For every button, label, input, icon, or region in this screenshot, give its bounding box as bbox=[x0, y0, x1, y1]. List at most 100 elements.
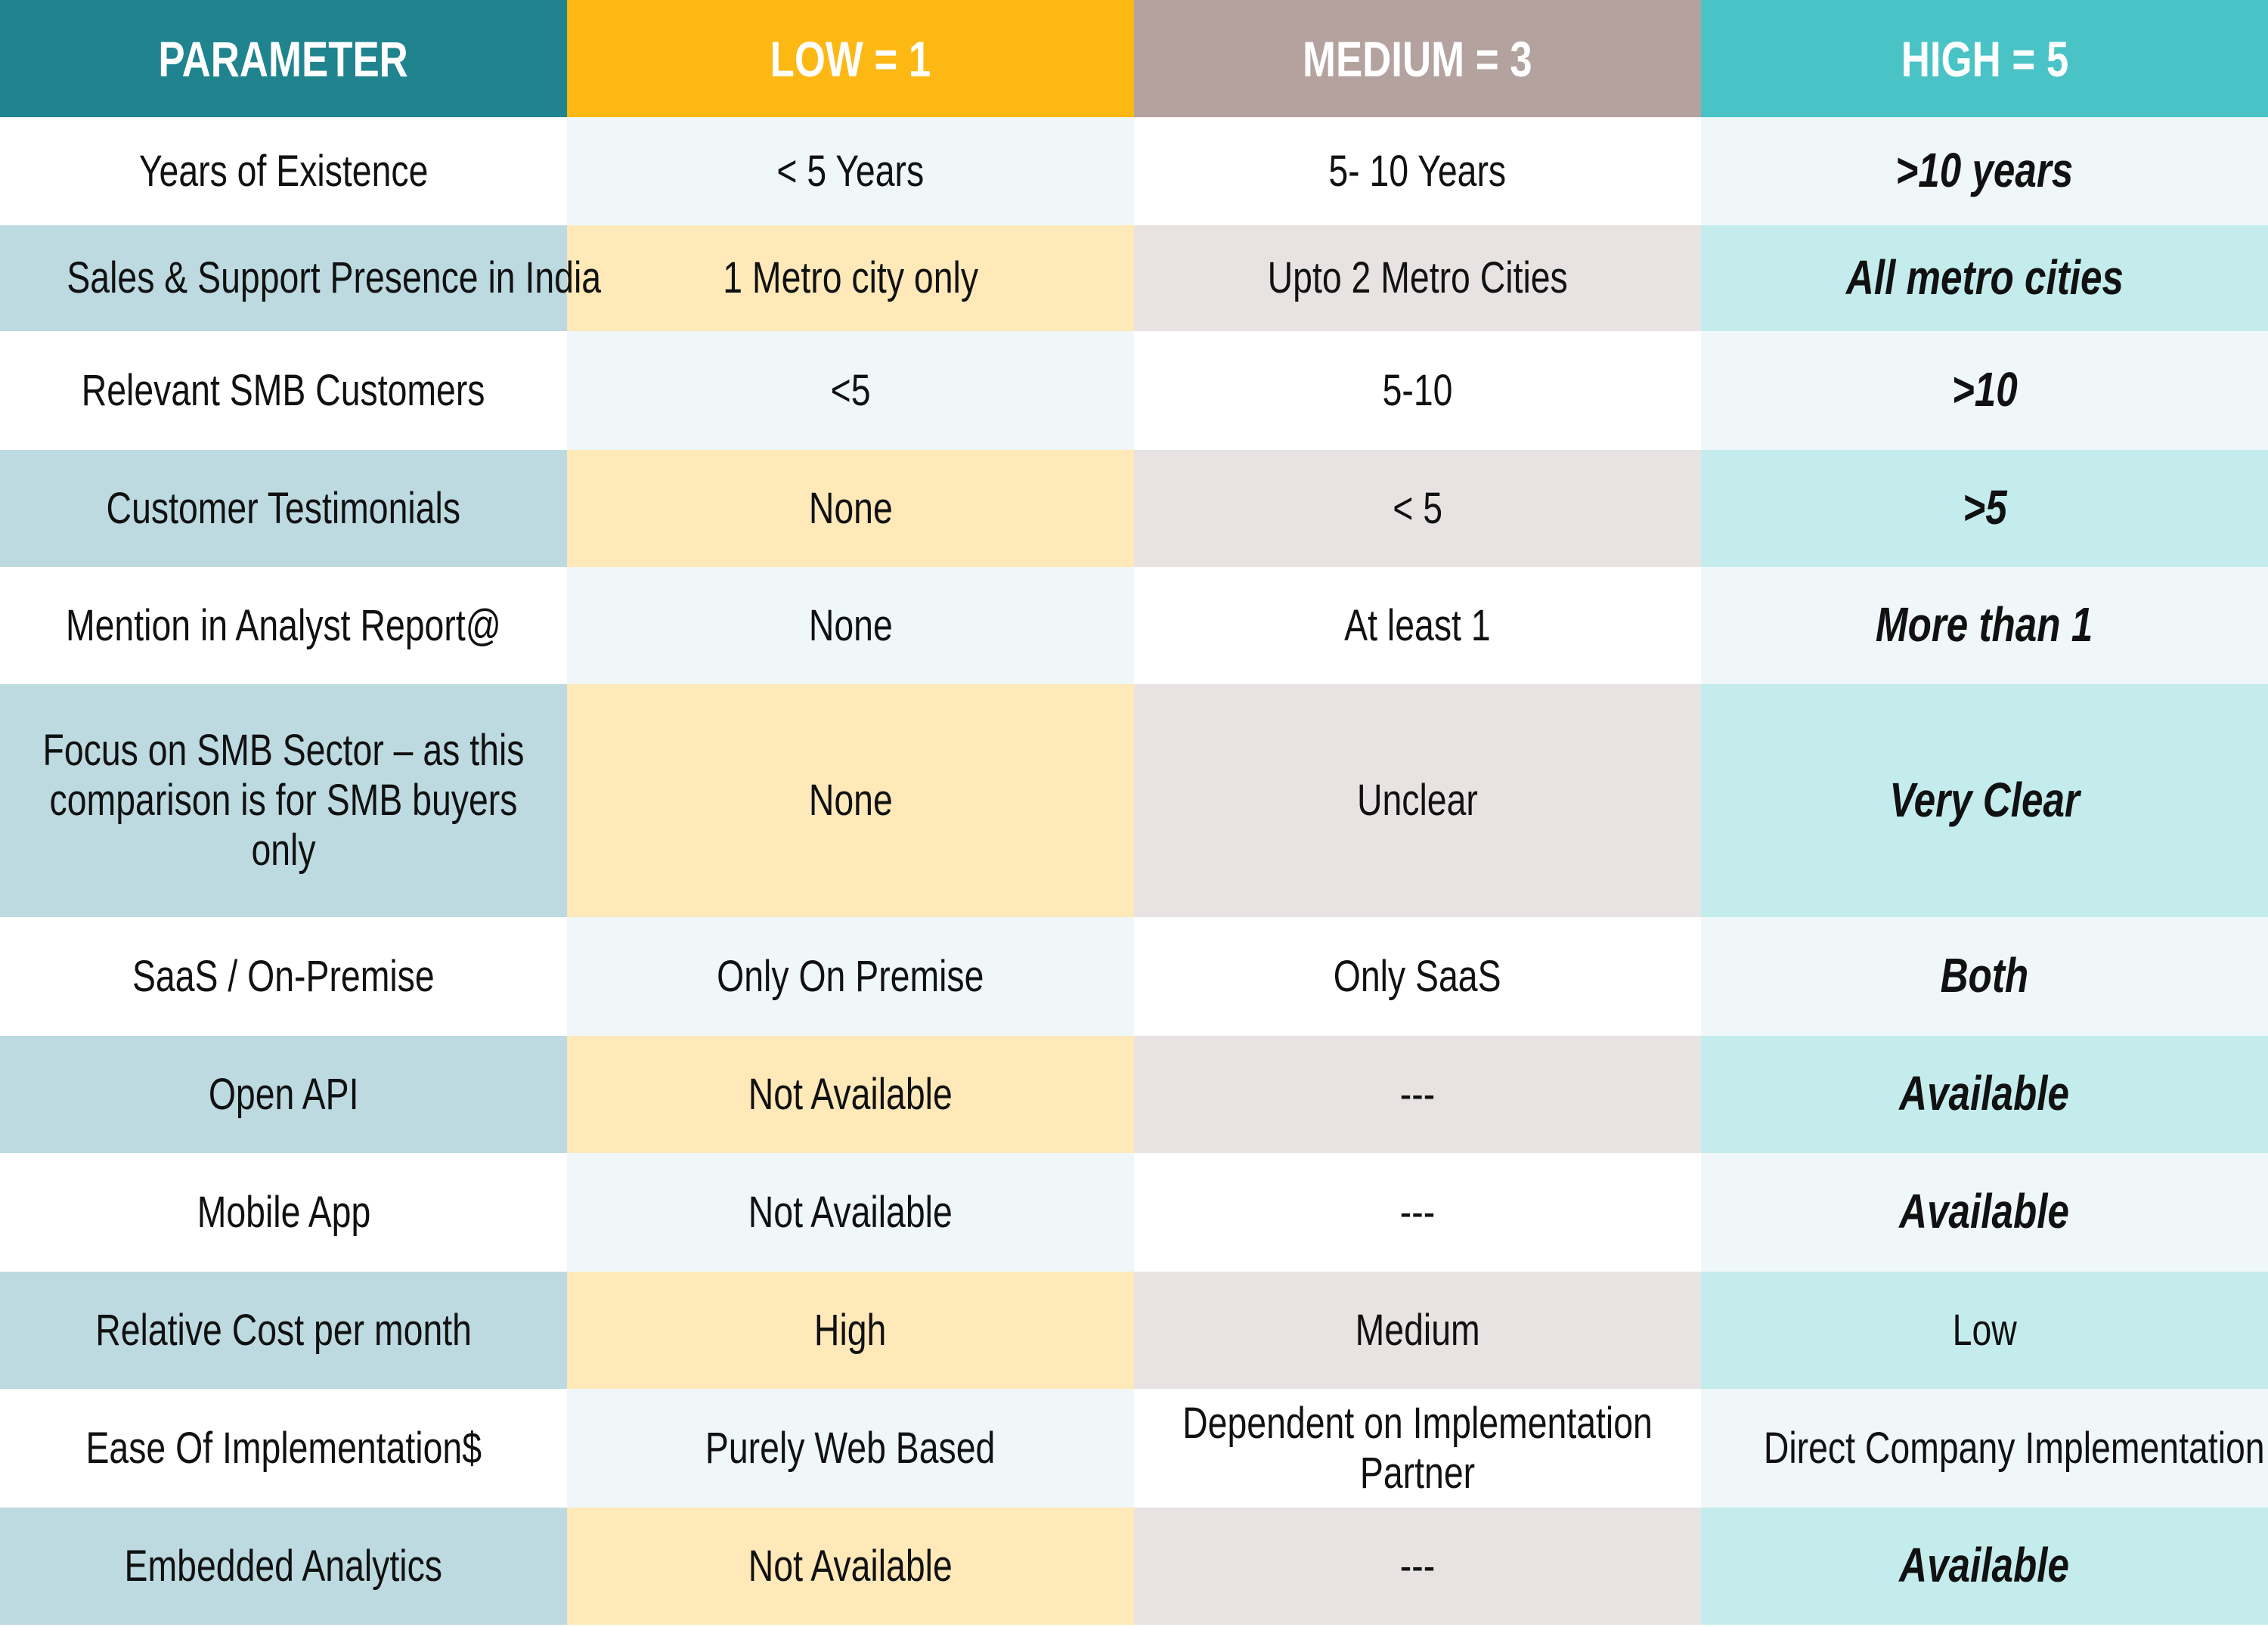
table-row: Customer Testimonials None < 5 >5 bbox=[0, 450, 2268, 567]
header-low: LOW = 1 bbox=[567, 0, 1134, 117]
cell-parameter: Years of Existence bbox=[0, 117, 567, 225]
cell-text: Customer Testimonials bbox=[106, 483, 461, 533]
cell-text: <5 bbox=[830, 365, 871, 415]
table-row: Focus on SMB Sector – as this comparison… bbox=[0, 684, 2268, 917]
cell-text: At least 1 bbox=[1344, 600, 1491, 650]
cell-high: All metro cities bbox=[1701, 225, 2268, 331]
cell-parameter: Relative Cost per month bbox=[0, 1272, 567, 1389]
cell-text: >10 bbox=[1951, 362, 2018, 417]
cell-high: >10 years bbox=[1701, 117, 2268, 225]
cell-text: Both bbox=[1940, 948, 2029, 1003]
cell-text: Upto 2 Metro Cities bbox=[1267, 253, 1568, 302]
cell-high: Low bbox=[1701, 1272, 2268, 1389]
cell-low: Not Available bbox=[567, 1036, 1134, 1153]
header-row: PARAMETER LOW = 1 MEDIUM = 3 HIGH = 5 bbox=[0, 0, 2268, 117]
cell-parameter: Mobile App bbox=[0, 1153, 567, 1272]
cell-text: Focus on SMB Sector – as this comparison… bbox=[42, 726, 525, 875]
cell-text: Mention in Analyst Report@ bbox=[66, 600, 501, 650]
cell-low: < 5 Years bbox=[567, 117, 1134, 225]
cell-high: >5 bbox=[1701, 450, 2268, 567]
cell-text: < 5 bbox=[1393, 483, 1442, 533]
header-label: HIGH = 5 bbox=[1901, 30, 2068, 87]
cell-text: Low bbox=[1952, 1305, 2017, 1355]
cell-text: Open API bbox=[208, 1069, 359, 1119]
cell-low: Not Available bbox=[567, 1153, 1134, 1272]
cell-medium: At least 1 bbox=[1134, 567, 1701, 684]
cell-high: Direct Company Implementation bbox=[1701, 1389, 2268, 1508]
cell-parameter: Open API bbox=[0, 1036, 567, 1153]
cell-high: Available bbox=[1701, 1153, 2268, 1272]
cell-low: None bbox=[567, 450, 1134, 567]
cell-low: High bbox=[567, 1272, 1134, 1389]
cell-text: --- bbox=[1399, 1187, 1436, 1237]
cell-text: Available bbox=[1899, 1184, 2070, 1238]
cell-text: < 5 Years bbox=[776, 146, 925, 196]
table-row: Embedded Analytics Not Available --- Availa… bbox=[0, 1508, 2268, 1625]
cell-low: Not Available bbox=[567, 1508, 1134, 1625]
cell-medium: --- bbox=[1134, 1508, 1701, 1625]
cell-low: <5 bbox=[567, 331, 1134, 450]
cell-text: Not Available bbox=[748, 1187, 953, 1237]
cell-text: Available bbox=[1899, 1538, 2070, 1592]
cell-high: Very Clear bbox=[1701, 684, 2268, 917]
table-row: Ease Of Implementation$ Purely Web Based D… bbox=[0, 1389, 2268, 1508]
cell-text: Very Clear bbox=[1889, 772, 2080, 827]
cell-parameter: SaaS / On-Premise bbox=[0, 917, 567, 1036]
header-label: PARAMETER bbox=[158, 30, 409, 87]
cell-text: --- bbox=[1399, 1541, 1436, 1591]
cell-text: Purely Web Based bbox=[705, 1423, 996, 1473]
cell-text: 1 Metro city only bbox=[723, 253, 978, 302]
cell-text: Direct Company Implementation bbox=[1763, 1423, 2265, 1473]
cell-parameter: Focus on SMB Sector – as this comparison… bbox=[0, 684, 567, 917]
cell-medium: 5-10 bbox=[1134, 331, 1701, 450]
cell-text: --- bbox=[1399, 1069, 1436, 1119]
cell-text: Medium bbox=[1355, 1305, 1480, 1355]
cell-high: >10 bbox=[1701, 331, 2268, 450]
cell-medium: Upto 2 Metro Cities bbox=[1134, 225, 1701, 331]
table-row: SaaS / On-Premise Only On Premise Only Saa… bbox=[0, 917, 2268, 1036]
cell-high: Available bbox=[1701, 1508, 2268, 1625]
cell-text: >10 years bbox=[1895, 143, 2074, 197]
cell-text: Relevant SMB Customers bbox=[82, 365, 485, 415]
cell-high: More than 1 bbox=[1701, 567, 2268, 684]
cell-parameter: Relevant SMB Customers bbox=[0, 331, 567, 450]
cell-text: 5- 10 Years bbox=[1328, 146, 1507, 196]
cell-text: Only On Premise bbox=[717, 951, 984, 1001]
cell-text: Only SaaS bbox=[1334, 951, 1501, 1001]
cell-low: 1 Metro city only bbox=[567, 225, 1134, 331]
cell-text: SaaS / On-Premise bbox=[132, 951, 435, 1001]
table-row: Mobile App Not Available --- Available bbox=[0, 1153, 2268, 1272]
table-row: Relative Cost per month High Medium Low bbox=[0, 1272, 2268, 1389]
cell-text: None bbox=[808, 483, 893, 533]
table-row: Mention in Analyst Report@ None At least 1… bbox=[0, 567, 2268, 684]
cell-text: All metro cities bbox=[1845, 249, 2124, 305]
cell-text: Unclear bbox=[1357, 776, 1478, 825]
cell-medium: --- bbox=[1134, 1153, 1701, 1272]
cell-parameter: Customer Testimonials bbox=[0, 450, 567, 567]
cell-low: None bbox=[567, 567, 1134, 684]
cell-parameter: Sales & Support Presence in India bbox=[0, 225, 601, 331]
header-label: MEDIUM = 3 bbox=[1303, 30, 1532, 87]
cell-text: Embedded Analytics bbox=[124, 1541, 443, 1591]
cell-text: 5-10 bbox=[1382, 365, 1453, 415]
cell-text: Relative Cost per month bbox=[95, 1305, 472, 1355]
cell-medium: Dependent on Implementation Partner bbox=[1134, 1389, 1701, 1508]
cell-text: Not Available bbox=[748, 1069, 953, 1119]
cell-low: None bbox=[567, 684, 1134, 917]
cell-medium: Only SaaS bbox=[1134, 917, 1701, 1036]
table-row: Sales & Support Presence in India 1 Metro… bbox=[0, 225, 2268, 331]
cell-text: None bbox=[808, 776, 893, 825]
cell-text: Sales & Support Presence in India bbox=[67, 253, 602, 302]
cell-text: Not Available bbox=[748, 1541, 953, 1591]
cell-text: >5 bbox=[1962, 480, 2007, 535]
cell-high: Both bbox=[1701, 917, 2268, 1036]
cell-text: Available bbox=[1899, 1066, 2070, 1120]
cell-medium: --- bbox=[1134, 1036, 1701, 1153]
header-high: HIGH = 5 bbox=[1701, 0, 2268, 117]
cell-text: High bbox=[814, 1305, 887, 1355]
cell-medium: < 5 bbox=[1134, 450, 1701, 567]
cell-text: Dependent on Implementation Partner bbox=[1182, 1398, 1653, 1498]
table-row: Relevant SMB Customers <5 5-10 >10 bbox=[0, 331, 2268, 450]
cell-text: Mobile App bbox=[197, 1187, 370, 1237]
cell-medium: 5- 10 Years bbox=[1134, 117, 1701, 225]
